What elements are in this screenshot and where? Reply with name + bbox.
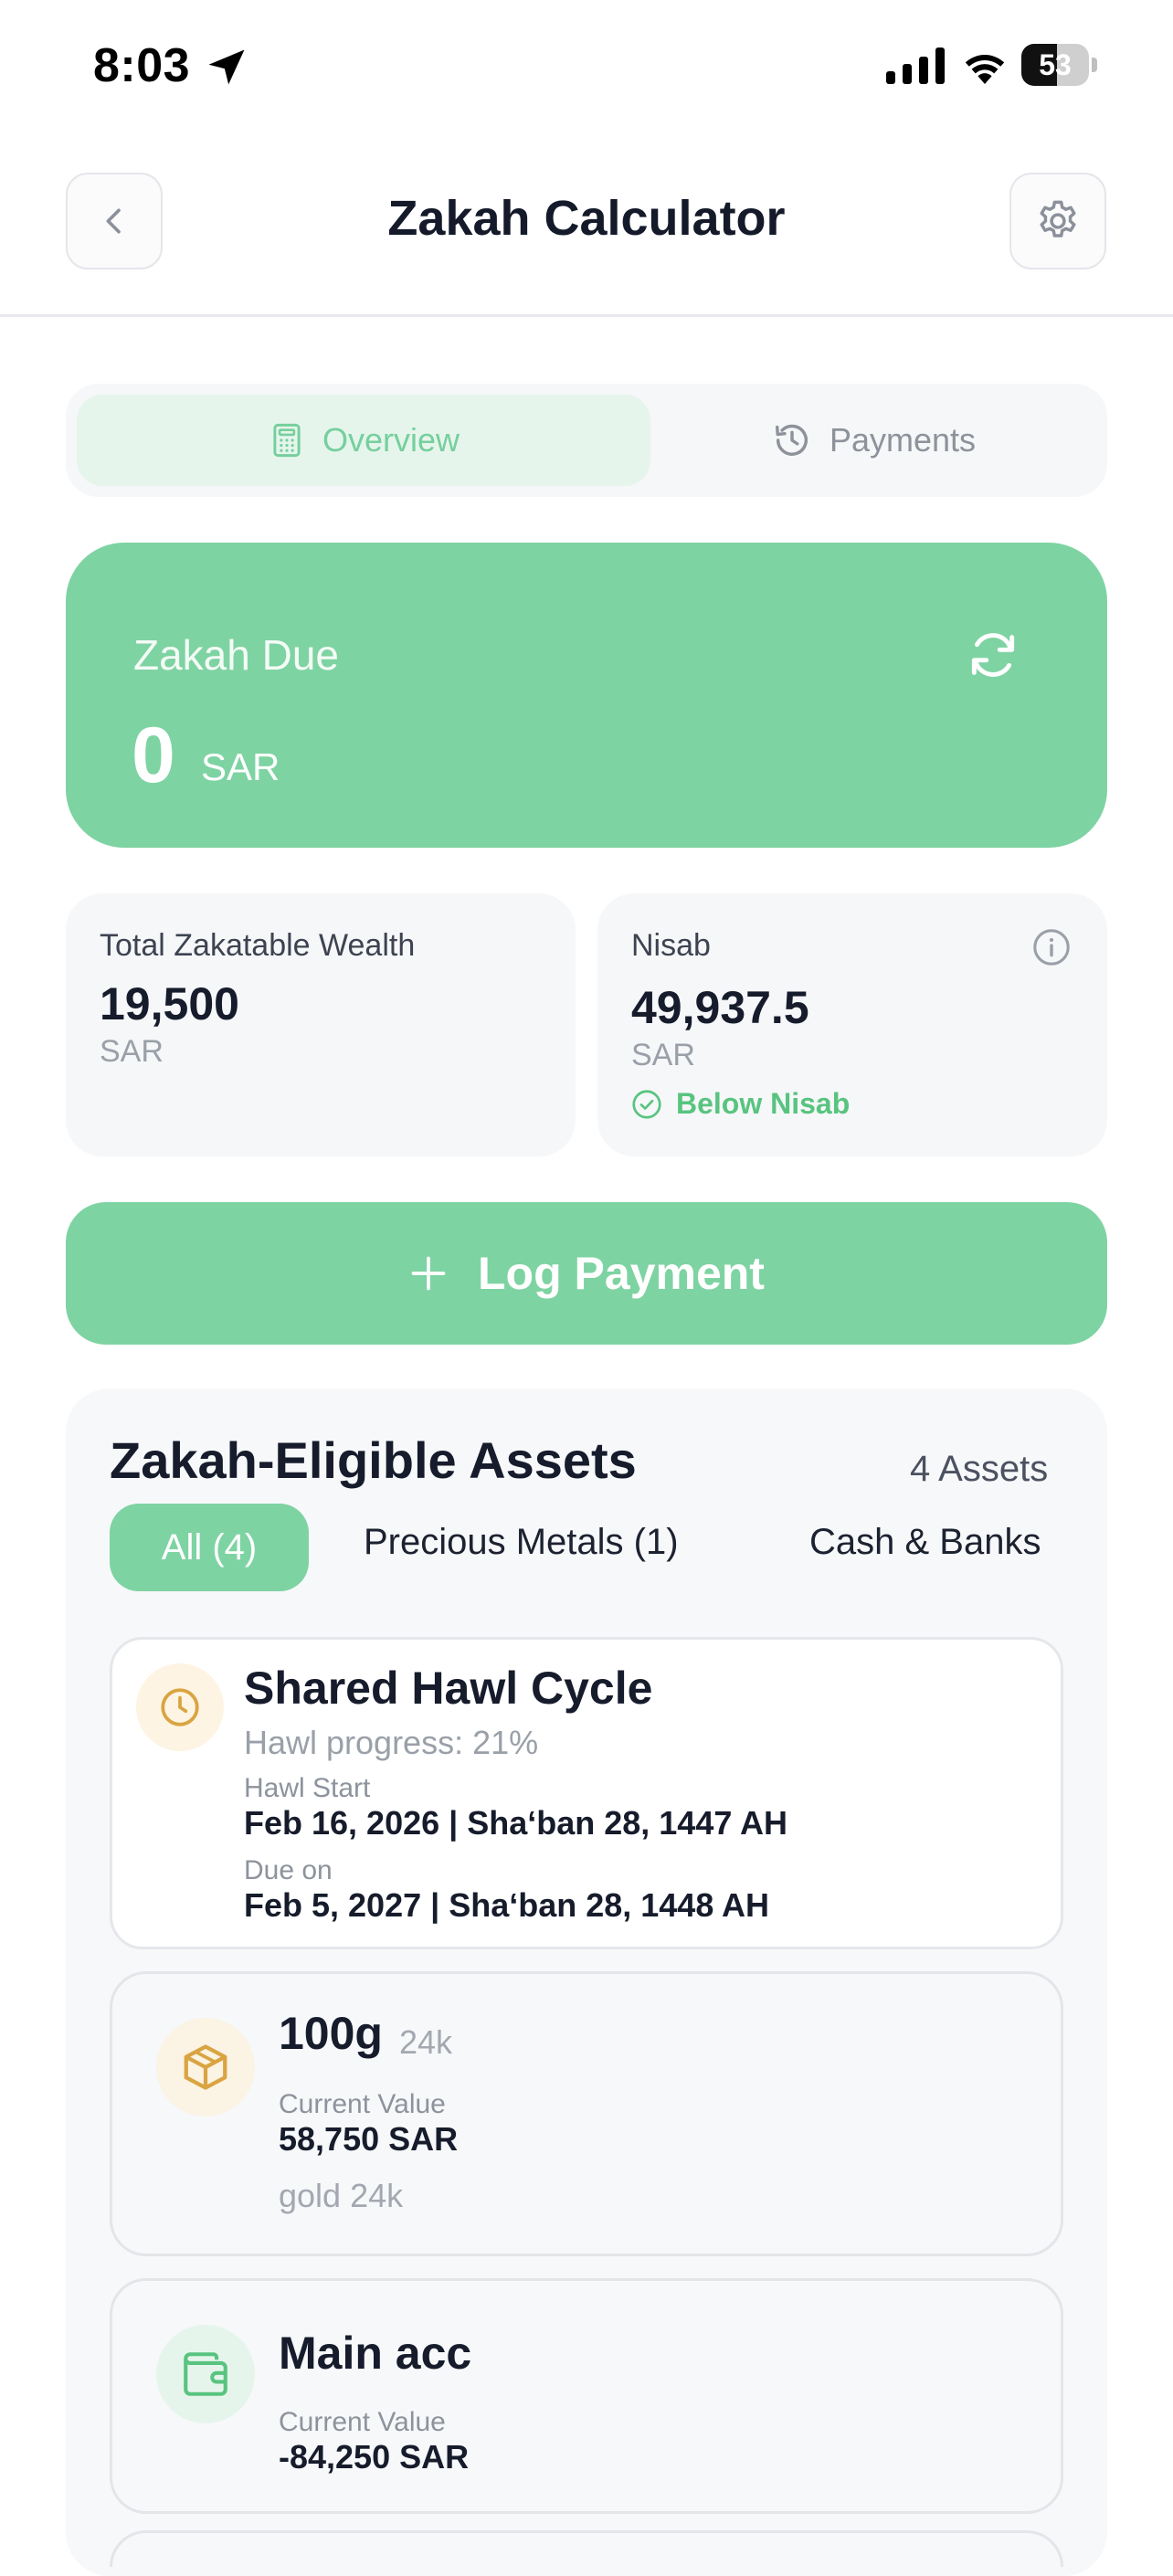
cellular-signal-icon (886, 48, 945, 84)
zakah-due-value: 0 (132, 712, 175, 799)
info-icon[interactable] (1030, 926, 1073, 968)
gold-icon-badge (156, 2018, 255, 2117)
asset-name-main-acc: Main acc (279, 2328, 472, 2379)
location-arrow-icon (208, 49, 245, 85)
asset-value-gold: 58,750 SAR (279, 2120, 459, 2158)
nisab-label: Nisab (631, 928, 711, 963)
clock-icon (161, 1688, 199, 1726)
nisab-status-badge: Below Nisab (630, 1087, 850, 1121)
hawl-due-label: Due on (244, 1855, 333, 1885)
asset-karat-tag: 24k (399, 2023, 453, 2061)
log-payment-label: Log Payment (478, 1248, 765, 1299)
settings-button[interactable] (1009, 173, 1106, 269)
asset-card-main-acc[interactable]: Main acc Current Value -84,250 SAR (110, 2278, 1063, 2514)
battery-indicator: 53 (1021, 44, 1098, 86)
plus-icon (411, 1256, 446, 1291)
total-wealth-card: Total Zakatable Wealth 19,500 SAR (66, 893, 576, 1156)
zakah-due-currency: SAR (201, 745, 280, 788)
asset-name-gold: 100g (279, 2008, 383, 2059)
filter-precious-metals-chip[interactable]: Precious Metals (1) (364, 1522, 679, 1563)
hawl-start-label: Hawl Start (244, 1773, 371, 1803)
gold-bar-icon (184, 2044, 227, 2090)
assets-count: 4 Assets (910, 1449, 1049, 1489)
header-divider (0, 314, 1173, 317)
check-circle-icon (632, 1089, 661, 1119)
hawl-cycle-card[interactable]: Shared Hawl Cycle Hawl progress: 21% Haw… (110, 1637, 1063, 1949)
nisab-status-text: Below Nisab (676, 1087, 851, 1120)
filter-cash-banks-chip[interactable]: Cash & Banks (809, 1522, 1041, 1563)
tab-payments-label: Payments (829, 421, 977, 459)
nisab-card: Nisab 49,937.5 SAR Below Nisab (597, 893, 1107, 1156)
tab-payments[interactable]: Payments (650, 395, 1096, 486)
filter-all-chip[interactable]: All (4) (110, 1504, 309, 1591)
total-wealth-label: Total Zakatable Wealth (100, 928, 416, 963)
battery-percent: 53 (1039, 48, 1072, 81)
zakah-due-label: Zakah Due (133, 631, 340, 679)
wifi-icon (965, 55, 1005, 84)
view-tabs: Overview Payments (66, 384, 1107, 497)
hawl-due-value: Feb 5, 2027 | Sha‘ban 28, 1448 AH (244, 1886, 770, 1924)
hawl-title: Shared Hawl Cycle (244, 1663, 653, 1714)
total-wealth-currency: SAR (100, 1034, 164, 1069)
nisab-currency: SAR (631, 1038, 695, 1072)
hawl-icon-badge (136, 1663, 224, 1751)
asset-note-gold: gold 24k (279, 2177, 404, 2214)
tab-overview-label: Overview (322, 421, 460, 459)
hawl-start-value: Feb 16, 2026 | Sha‘ban 28, 1447 AH (244, 1804, 788, 1842)
asset-card-next[interactable] (110, 2530, 1063, 2567)
asset-value-label: Current Value (279, 2089, 446, 2119)
asset-card-gold[interactable]: 100g 24k Current Value 58,750 SAR gold 2… (110, 1971, 1063, 2256)
zakah-due-card: Zakah Due 0 SAR (66, 543, 1107, 848)
tab-overview[interactable]: Overview (77, 395, 650, 486)
asset-value-label: Current Value (279, 2407, 446, 2437)
asset-value-main-acc: -84,250 SAR (279, 2438, 470, 2476)
assets-title: Zakah-Eligible Assets (110, 1431, 637, 1489)
refresh-icon[interactable] (965, 627, 1021, 683)
hawl-progress: Hawl progress: 21% (244, 1724, 539, 1761)
page-title: Zakah Calculator (387, 191, 786, 246)
status-time: 8:03 (93, 39, 191, 92)
wallet-icon (184, 2352, 227, 2396)
log-payment-button[interactable]: Log Payment (66, 1202, 1107, 1345)
history-icon (775, 424, 808, 456)
gear-icon (1040, 200, 1076, 238)
calculator-icon (273, 423, 301, 458)
wallet-icon-badge (156, 2325, 255, 2423)
nisab-value: 49,937.5 (631, 982, 809, 1033)
total-wealth-value: 19,500 (100, 978, 239, 1029)
